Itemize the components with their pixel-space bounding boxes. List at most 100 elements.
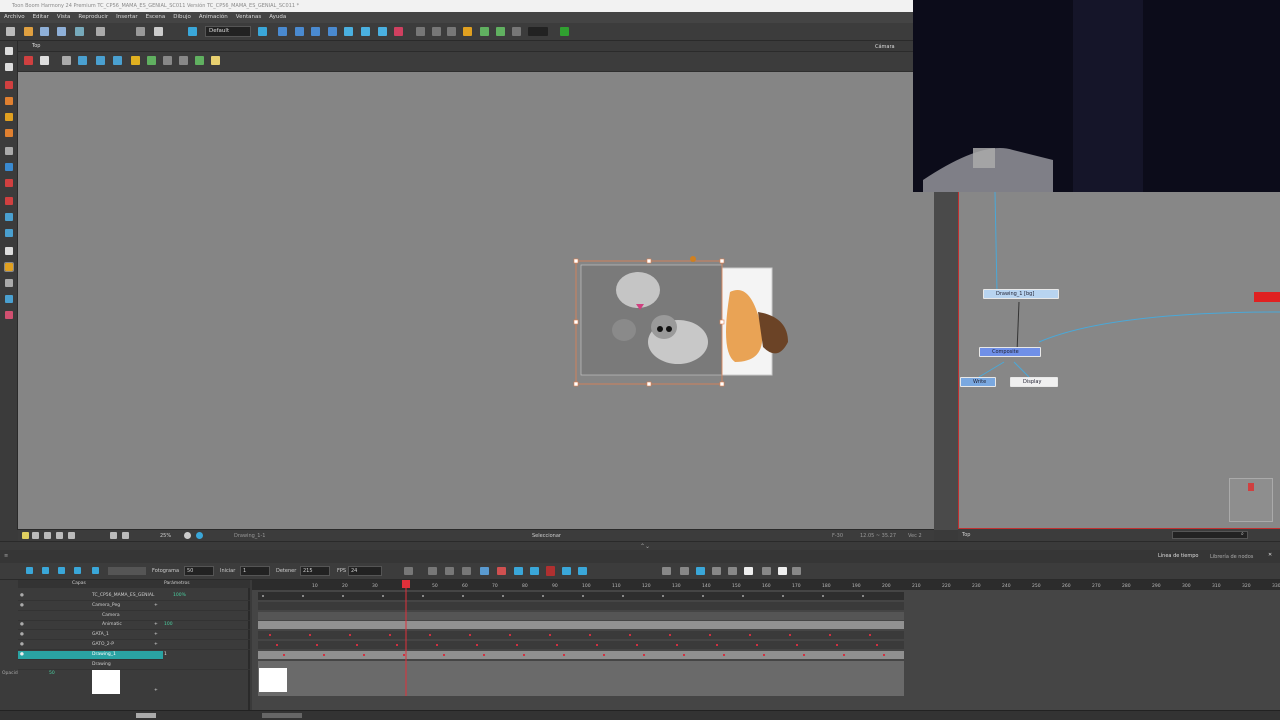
panel-splitter[interactable]: ⌃⌄ xyxy=(0,541,1280,550)
deform-icon[interactable] xyxy=(394,27,403,36)
keyframe-marker[interactable] xyxy=(876,644,878,646)
keyframe-marker[interactable] xyxy=(683,654,685,656)
select-tool-icon[interactable] xyxy=(5,47,13,55)
tab-top[interactable]: Top xyxy=(32,43,40,49)
expand-icon[interactable] xyxy=(662,567,671,575)
add-layer-icon[interactable]: + xyxy=(154,622,158,627)
keyframe-marker[interactable] xyxy=(276,644,278,646)
layer-props-icon[interactable] xyxy=(728,567,737,575)
keyframe-marker[interactable] xyxy=(629,634,631,636)
timeline-grid[interactable]: 1020304050607080901001101201301401501601… xyxy=(252,580,1280,710)
keyframe-marker[interactable] xyxy=(436,644,438,646)
bone-tool-icon[interactable] xyxy=(5,311,13,319)
ease-icon[interactable] xyxy=(445,567,454,575)
keyframe-marker[interactable] xyxy=(389,634,391,636)
playhead-handle[interactable] xyxy=(402,580,410,588)
keyframe-marker[interactable] xyxy=(676,644,678,646)
add-layer-icon[interactable]: + xyxy=(154,632,158,637)
menu-editar[interactable]: Editar xyxy=(33,14,49,23)
visibility-icon[interactable]: ● xyxy=(20,652,24,657)
layer-name[interactable]: Camera xyxy=(102,613,120,618)
animate-mode-icon[interactable] xyxy=(24,56,33,65)
timeline-scrollbar-thumb[interactable] xyxy=(262,713,302,718)
visibility-icon[interactable]: ● xyxy=(20,593,24,598)
search-icon[interactable]: ⌕ xyxy=(1241,531,1244,537)
keyframe-marker[interactable] xyxy=(582,595,584,597)
keyframe-marker[interactable] xyxy=(429,634,431,636)
keyframe-marker[interactable] xyxy=(396,644,398,646)
keyframe-marker[interactable] xyxy=(476,644,478,646)
undo-icon[interactable] xyxy=(96,27,105,36)
keyframe-marker[interactable] xyxy=(702,595,704,597)
keyframe-marker[interactable] xyxy=(403,654,405,656)
layer-name[interactable]: Camera_Peg xyxy=(92,603,120,608)
show-all-icon[interactable] xyxy=(744,567,753,575)
brush-tool-icon[interactable] xyxy=(5,81,13,89)
skew-icon[interactable] xyxy=(328,27,337,36)
keyframe-marker[interactable] xyxy=(622,595,624,597)
keyframe-marker[interactable] xyxy=(342,595,344,597)
keyframe-marker[interactable] xyxy=(723,654,725,656)
keyframe-marker[interactable] xyxy=(843,654,845,656)
shape-tool-icon[interactable] xyxy=(5,163,13,171)
layer-name[interactable]: TC_CP56_MAMA_ES_GENIAL xyxy=(92,593,154,598)
keyframe-marker[interactable] xyxy=(422,595,424,597)
keyframe-marker[interactable] xyxy=(829,634,831,636)
stop-input[interactable]: 215 xyxy=(300,566,330,576)
keyframe-marker[interactable] xyxy=(796,644,798,646)
add-drawing-icon[interactable]: + xyxy=(154,688,158,693)
menu-ayuda[interactable]: Ayuda xyxy=(269,14,286,23)
start-input[interactable]: 1 xyxy=(240,566,270,576)
collapse-icon[interactable] xyxy=(680,567,689,575)
peg-icon[interactable] xyxy=(378,27,387,36)
camera-viewport[interactable] xyxy=(18,72,934,529)
settings-icon[interactable] xyxy=(512,27,521,36)
brush-icon[interactable] xyxy=(163,56,172,65)
keyframe-marker[interactable] xyxy=(782,595,784,597)
menu-archivo[interactable]: Archivo xyxy=(4,14,25,23)
keyframe-marker[interactable] xyxy=(443,654,445,656)
keyframe-marker[interactable] xyxy=(803,654,805,656)
line-icon[interactable] xyxy=(179,56,188,65)
layer-row[interactable]: ● GATO_2-P + xyxy=(18,641,250,650)
save-as-icon[interactable] xyxy=(57,27,66,36)
onion-skin-icon[interactable] xyxy=(147,56,156,65)
drawing-thumbnail[interactable] xyxy=(92,670,120,694)
keyframe-marker[interactable] xyxy=(603,654,605,656)
keyframe-marker[interactable] xyxy=(883,654,885,656)
align-icon[interactable] xyxy=(432,27,441,36)
save-icon[interactable] xyxy=(40,27,49,36)
keyframe-marker[interactable] xyxy=(323,654,325,656)
onion-icon[interactable] xyxy=(480,27,489,36)
layer-row[interactable]: ● Camera_Peg + xyxy=(18,602,250,611)
keyframe-marker[interactable] xyxy=(523,654,525,656)
layer-name[interactable]: GATO_2-P xyxy=(92,642,114,647)
keyframe-marker[interactable] xyxy=(309,634,311,636)
cutter-tool-icon[interactable] xyxy=(5,197,13,205)
drawing-icon[interactable] xyxy=(562,567,571,575)
layer-name[interactable]: Drawing_1 xyxy=(92,652,116,657)
keyframe-marker[interactable] xyxy=(469,634,471,636)
keyframe-marker[interactable] xyxy=(542,595,544,597)
hold-icon[interactable] xyxy=(530,567,539,575)
scene-icon[interactable] xyxy=(75,27,84,36)
tab-camera[interactable]: Cámara xyxy=(875,44,895,50)
frame-input[interactable]: 50 xyxy=(184,566,214,576)
color-swatch[interactable] xyxy=(528,27,548,36)
keyframe-marker[interactable] xyxy=(716,644,718,646)
keyframe-marker[interactable] xyxy=(709,634,711,636)
display-node[interactable]: Display xyxy=(1010,377,1058,387)
pivot-handle[interactable] xyxy=(690,256,696,262)
visibility-icon[interactable]: ● xyxy=(20,632,24,637)
panel-menu-icon[interactable]: ≡ xyxy=(4,553,8,559)
keyframe-marker[interactable] xyxy=(363,654,365,656)
layer-row-selected[interactable]: ● Drawing_1 xyxy=(18,651,163,660)
layer-row[interactable]: ● Animatic 100 + xyxy=(18,621,250,630)
menu-reproducir[interactable]: Reproducir xyxy=(78,14,108,23)
timeline-drawing-thumbnail[interactable] xyxy=(259,668,287,692)
visibility-icon[interactable]: ● xyxy=(20,603,24,608)
reset-rotate-icon[interactable] xyxy=(196,532,203,539)
gear-icon[interactable] xyxy=(40,56,49,65)
keyframe-marker[interactable] xyxy=(483,654,485,656)
new-icon[interactable] xyxy=(6,27,15,36)
